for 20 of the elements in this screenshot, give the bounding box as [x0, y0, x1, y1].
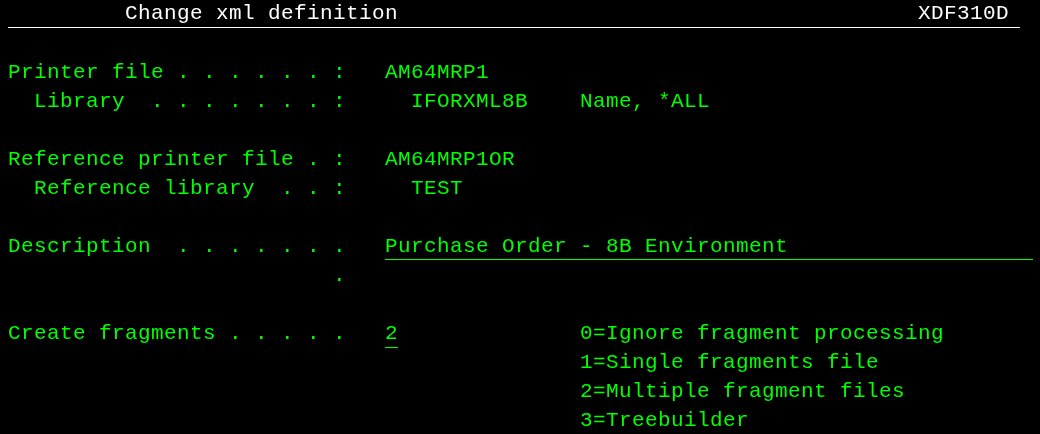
- hint-text: Name, *ALL: [580, 89, 711, 115]
- input-field[interactable]: 2: [385, 320, 398, 348]
- option-text: 1=Single fragments file: [580, 350, 880, 376]
- field-value: TEST: [411, 177, 463, 200]
- option-text: 2=Multiple fragment files: [580, 379, 906, 405]
- field-label: Create fragments . . . . .: [8, 321, 347, 347]
- field-value: IFORXML8B: [411, 90, 529, 113]
- field-label: Library . . . . . . . :: [34, 89, 347, 115]
- screen-id: XDF310D: [918, 1, 1010, 27]
- field-label: Reference library . . :: [34, 176, 347, 202]
- option-text: 3=Treebuilder: [580, 408, 750, 434]
- field-value: AM64MRP1: [385, 61, 490, 84]
- continuation-dot: .: [333, 263, 346, 289]
- screen-title: Change xml definition: [124, 1, 399, 27]
- field-label: Printer file . . . . . . :: [8, 60, 347, 86]
- field-value: AM64MRP1OR: [385, 148, 516, 171]
- field-label: Reference printer file . :: [8, 147, 347, 173]
- input-field[interactable]: Purchase Order - 8B Environment: [385, 233, 1033, 260]
- field-label: Description . . . . . . .: [8, 234, 347, 260]
- option-text: 0=Ignore fragment processing: [580, 321, 945, 347]
